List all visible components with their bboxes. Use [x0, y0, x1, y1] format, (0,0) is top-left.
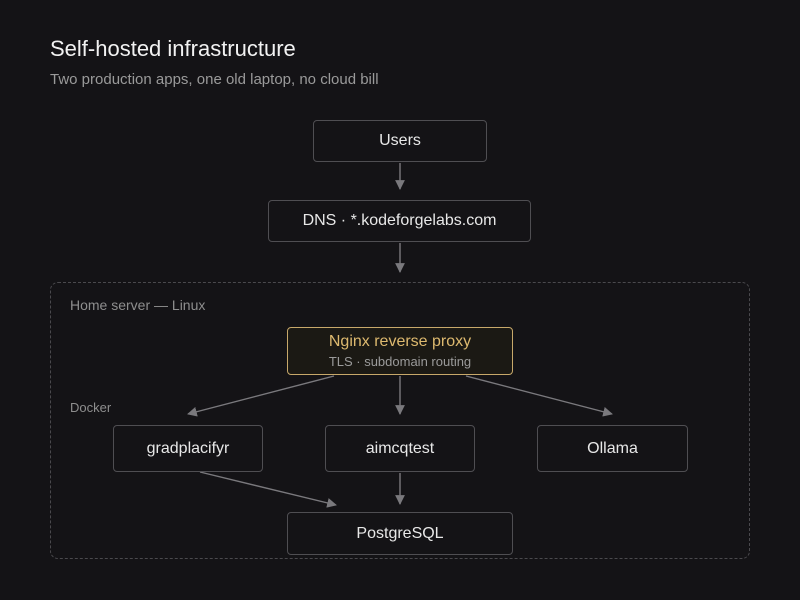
node-gradplacifyr: gradplacifyr: [113, 425, 263, 472]
node-proxy-title: Nginx reverse proxy: [328, 333, 472, 350]
node-dns-label: DNS · *.kodeforgelabs.com: [302, 212, 497, 229]
edges-layer: [187, 163, 613, 508]
diagram-canvas: Self-hosted infrastructure Two productio…: [0, 0, 800, 600]
node-postgresql: PostgreSQL: [287, 512, 513, 555]
node-ollama: Ollama: [537, 425, 688, 472]
node-proxy-subtitle: TLS · subdomain routing: [328, 354, 472, 369]
node-nginx-proxy: Nginx reverse proxy TLS · subdomain rout…: [287, 327, 513, 375]
edge-proxy-ollama: [465, 375, 613, 417]
node-users: Users: [313, 120, 487, 162]
edge-proxy-gradplacifyr: [187, 375, 335, 417]
node-gradplacifyr-label: gradplacifyr: [146, 439, 230, 457]
node-dns: DNS · *.kodeforgelabs.com: [268, 200, 531, 242]
node-ollama-label: Ollama: [587, 439, 638, 457]
node-aimcqtest: aimcqtest: [325, 425, 475, 472]
node-postgresql-label: PostgreSQL: [356, 524, 444, 542]
edge-gradplacifyr-postgres: [199, 471, 337, 508]
node-users-label: Users: [379, 132, 421, 149]
node-aimcqtest-label: aimcqtest: [365, 439, 435, 457]
